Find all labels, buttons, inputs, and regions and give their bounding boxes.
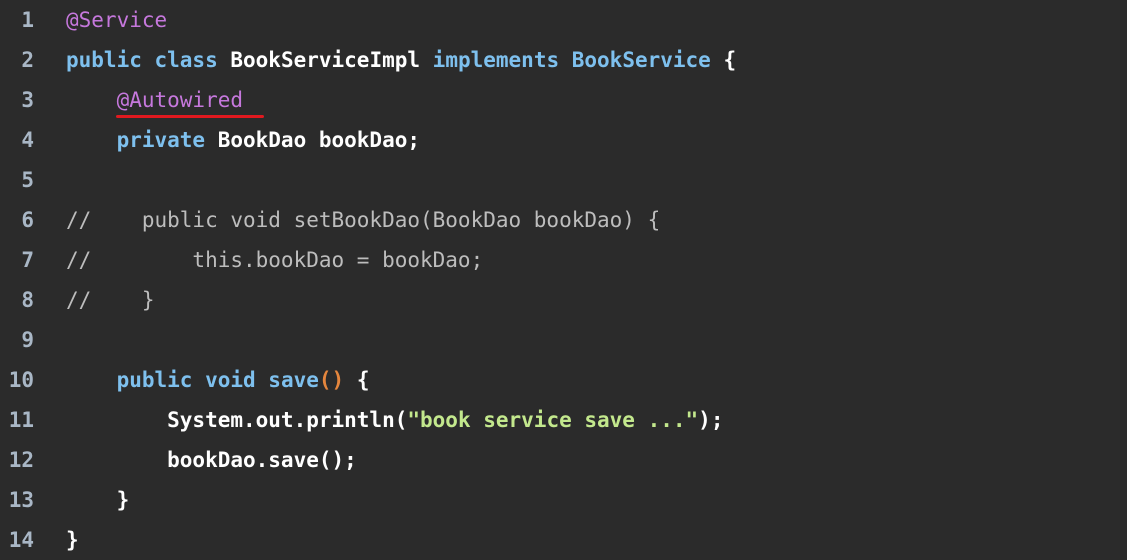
line-number: 9 xyxy=(21,328,34,352)
code-token: System.out.println( xyxy=(66,408,408,432)
code-line[interactable]: 11 System.out.println("book service save… xyxy=(0,400,1127,440)
line-number: 2 xyxy=(21,48,34,72)
code-text: // this.bookDao = bookDao; xyxy=(66,240,483,280)
code-token: { xyxy=(344,368,370,392)
line-number: 3 xyxy=(21,88,34,112)
code-token: bookDao.save(); xyxy=(66,448,357,472)
code-line[interactable]: 5 xyxy=(0,160,1127,200)
code-token: BookServiceImpl xyxy=(230,48,433,72)
line-number: 10 xyxy=(8,368,34,392)
code-token: // public void setBookDao(BookDao bookDa… xyxy=(66,208,661,232)
line-number: 7 xyxy=(21,248,34,272)
code-token: // } xyxy=(66,288,155,312)
code-text: } xyxy=(66,480,130,520)
code-text: // } xyxy=(66,280,155,320)
code-text: @Autowired xyxy=(66,80,243,120)
line-number: 13 xyxy=(8,488,34,512)
line-number: 1 xyxy=(21,8,34,32)
code-line[interactable]: 13 } xyxy=(0,480,1127,520)
code-line[interactable]: 10 public void save() { xyxy=(0,360,1127,400)
code-token: "book service save ..." xyxy=(407,408,699,432)
code-token: @Autowired xyxy=(66,88,244,112)
code-token: public class xyxy=(66,48,231,72)
code-token: ); xyxy=(698,408,724,432)
code-line[interactable]: 12 bookDao.save(); xyxy=(0,440,1127,480)
code-line[interactable]: 6 // public void setBookDao(BookDao bookD… xyxy=(0,200,1127,240)
line-number: 6 xyxy=(21,208,34,232)
code-token: public void xyxy=(66,368,269,392)
code-editor[interactable]: 1 @Service 2 public class BookServiceImpl i… xyxy=(0,0,1127,558)
line-number: 8 xyxy=(21,288,34,312)
code-token: save xyxy=(268,368,319,392)
code-text: @Service xyxy=(66,0,167,40)
code-line[interactable]: 8 // } xyxy=(0,280,1127,320)
code-token: BookDao bookDao; xyxy=(217,128,421,152)
code-text: private BookDao bookDao; xyxy=(66,120,420,160)
code-token: BookService xyxy=(571,48,724,72)
code-token: implements xyxy=(432,48,572,72)
code-token: () xyxy=(318,368,345,392)
code-token: } xyxy=(66,528,79,552)
code-text: // public void setBookDao(BookDao bookDa… xyxy=(66,200,660,240)
line-number: 5 xyxy=(21,168,34,192)
code-text: System.out.println("book service save ..… xyxy=(66,400,723,440)
code-line[interactable]: 9 xyxy=(0,320,1127,360)
code-token: @Service xyxy=(66,8,168,32)
code-line[interactable]: 3 @Autowired xyxy=(0,80,1127,120)
code-token: { xyxy=(723,48,737,72)
code-token: private xyxy=(66,128,218,152)
code-line[interactable]: 7 // this.bookDao = bookDao; xyxy=(0,240,1127,280)
code-text: public void save() { xyxy=(66,360,370,400)
code-line[interactable]: 14} xyxy=(0,520,1127,560)
code-token: } xyxy=(66,488,130,512)
autowired-highlight-underline xyxy=(116,115,264,118)
line-number: 11 xyxy=(8,408,34,432)
code-line[interactable]: 4 private BookDao bookDao; xyxy=(0,120,1127,160)
code-line[interactable]: 1 @Service xyxy=(0,0,1127,40)
code-token: // this.bookDao = bookDao; xyxy=(66,248,484,272)
code-text: bookDao.save(); xyxy=(66,440,357,480)
code-text: } xyxy=(66,520,79,560)
code-line[interactable]: 2 public class BookServiceImpl implements… xyxy=(0,40,1127,80)
line-number: 4 xyxy=(21,128,34,152)
line-number: 14 xyxy=(8,528,34,552)
line-number: 12 xyxy=(8,448,34,472)
code-text: public class BookServiceImpl implements … xyxy=(66,40,736,80)
